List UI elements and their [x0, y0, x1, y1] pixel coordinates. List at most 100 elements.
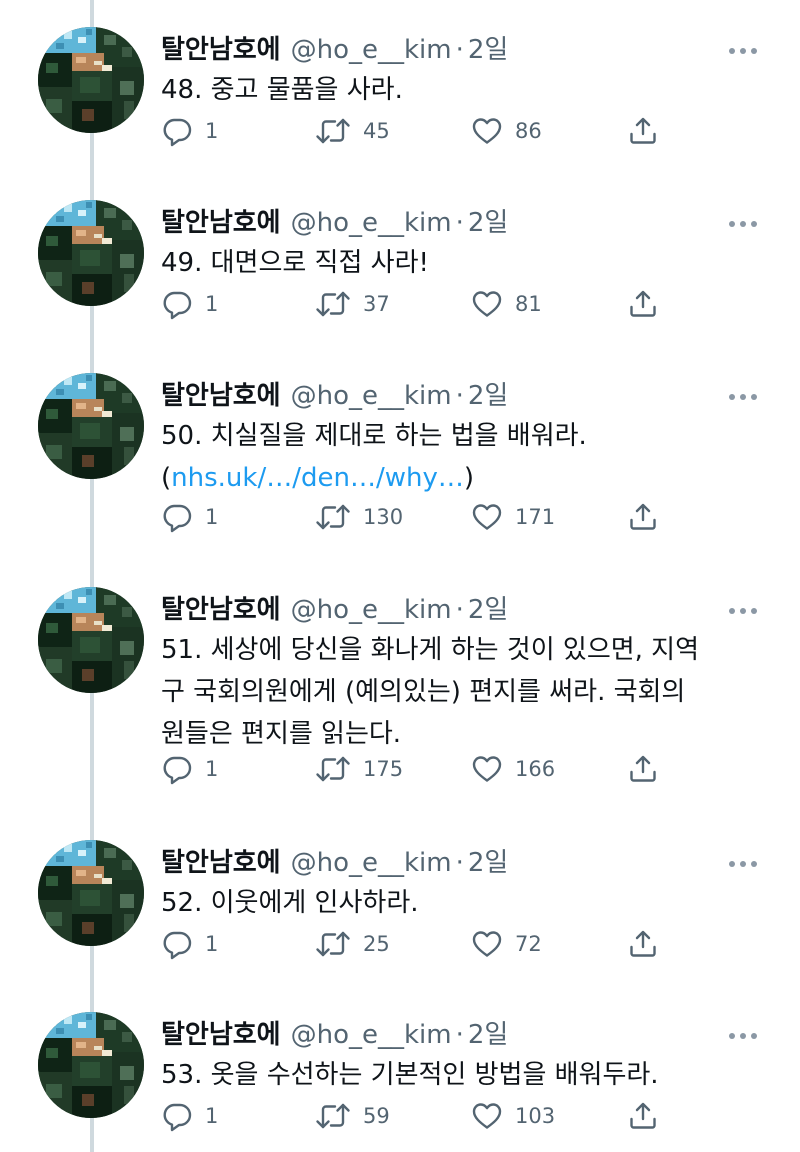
reply-count: 1: [205, 757, 219, 781]
more-dots-icon: [728, 386, 758, 405]
tweet-header: 탈안남호에 @ho_e__kim · 2일: [161, 1014, 508, 1056]
link-paren-open: (: [161, 463, 172, 493]
more-button[interactable]: [726, 850, 760, 874]
tweet-actions: 1 175 166: [161, 749, 681, 789]
more-dots-icon: [728, 600, 758, 619]
tweet-actions: 1 59 103: [161, 1096, 681, 1136]
tweet-text-line: 49. 대면으로 직접 사라!: [161, 248, 429, 278]
more-button[interactable]: [726, 597, 760, 621]
user-handle[interactable]: @ho_e__kim: [291, 29, 452, 71]
more-button[interactable]: [726, 1022, 760, 1046]
tweet-text-line: 구 국회의원에게 (예의있는) 편지를 써라. 국회의: [161, 677, 686, 707]
tweet-text: 49. 대면으로 직접 사라!: [161, 242, 761, 284]
like-count: 81: [515, 292, 542, 316]
user-handle[interactable]: @ho_e__kim: [291, 842, 452, 884]
retweet-icon: [315, 753, 351, 785]
user-handle[interactable]: @ho_e__kim: [291, 202, 452, 244]
share-icon: [627, 288, 659, 320]
avatar[interactable]: [38, 1012, 144, 1118]
reply-count: 1: [205, 1104, 219, 1128]
timestamp[interactable]: 2일: [468, 375, 508, 417]
reply-count: 1: [205, 119, 219, 143]
tweet-text: 48. 중고 물품을 사라.: [161, 69, 761, 111]
retweet-button[interactable]: 45: [315, 111, 390, 151]
tweet-text-line: 52. 이웃에게 인사하라.: [161, 888, 419, 918]
tweet-actions: 1 130 171: [161, 497, 681, 537]
reply-button[interactable]: 1: [161, 924, 218, 964]
tweet-text-line: 53. 옷을 수선하는 기본적인 방법을 배워두라.: [161, 1060, 659, 1090]
retweet-count: 130: [363, 505, 404, 529]
retweet-button[interactable]: 130: [315, 497, 403, 537]
tweet-header: 탈안남호에 @ho_e__kim · 2일: [161, 842, 508, 884]
like-count: 86: [515, 119, 542, 143]
reply-button[interactable]: 1: [161, 111, 218, 151]
tweet-text: 53. 옷을 수선하는 기본적인 방법을 배워두라.: [161, 1054, 761, 1096]
more-button[interactable]: [726, 210, 760, 234]
share-button[interactable]: [627, 1096, 659, 1136]
reply-button[interactable]: 1: [161, 497, 218, 537]
retweet-button[interactable]: 25: [315, 924, 390, 964]
avatar[interactable]: [38, 200, 144, 306]
share-icon: [627, 928, 659, 960]
like-button[interactable]: 103: [471, 1096, 555, 1136]
tweet-link[interactable]: nhs.uk/…/den…/why…: [171, 463, 464, 493]
display-name[interactable]: 탈안남호에: [161, 29, 281, 71]
reply-bubble-icon: [161, 288, 193, 320]
like-button[interactable]: 86: [471, 111, 542, 151]
retweet-icon: [315, 1100, 351, 1132]
display-name[interactable]: 탈안남호에: [161, 589, 281, 631]
display-name[interactable]: 탈안남호에: [161, 1014, 281, 1056]
separator-dot: ·: [455, 35, 464, 65]
timestamp[interactable]: 2일: [468, 1014, 508, 1056]
separator-dot: ·: [455, 848, 464, 878]
reply-bubble-icon: [161, 1100, 193, 1132]
avatar[interactable]: [38, 587, 144, 693]
more-button[interactable]: [726, 383, 760, 407]
avatar[interactable]: [38, 27, 144, 133]
heart-icon: [471, 1100, 503, 1132]
tweet-header: 탈안남호에 @ho_e__kim · 2일: [161, 375, 508, 417]
share-button[interactable]: [627, 924, 659, 964]
reply-count: 1: [205, 932, 219, 956]
avatar[interactable]: [38, 840, 144, 946]
like-button[interactable]: 166: [471, 749, 555, 789]
tweet-text: 51. 세상에 당신을 화나게 하는 것이 있으면, 지역 구 국회의원에게 (…: [161, 629, 761, 755]
reply-bubble-icon: [161, 115, 193, 147]
retweet-button[interactable]: 175: [315, 749, 403, 789]
like-button[interactable]: 81: [471, 284, 542, 324]
user-handle[interactable]: @ho_e__kim: [291, 375, 452, 417]
heart-icon: [471, 501, 503, 533]
like-count: 171: [515, 505, 556, 529]
more-button[interactable]: [726, 37, 760, 61]
timestamp[interactable]: 2일: [468, 842, 508, 884]
display-name[interactable]: 탈안남호에: [161, 202, 281, 244]
like-button[interactable]: 171: [471, 497, 555, 537]
separator-dot: ·: [455, 208, 464, 238]
retweet-icon: [315, 501, 351, 533]
timestamp[interactable]: 2일: [468, 29, 508, 71]
tweet-link-line: (nhs.uk/…/den…/why…): [161, 457, 761, 499]
share-button[interactable]: [627, 111, 659, 151]
reply-button[interactable]: 1: [161, 749, 218, 789]
separator-dot: ·: [455, 595, 464, 625]
share-button[interactable]: [627, 497, 659, 537]
tweet-header: 탈안남호에 @ho_e__kim · 2일: [161, 29, 508, 71]
tweet-text-line: 50. 치실질을 제대로 하는 법을 배워라.: [161, 421, 587, 451]
display-name[interactable]: 탈안남호에: [161, 842, 281, 884]
retweet-button[interactable]: 59: [315, 1096, 390, 1136]
reply-button[interactable]: 1: [161, 1096, 218, 1136]
display-name[interactable]: 탈안남호에: [161, 375, 281, 417]
share-button[interactable]: [627, 749, 659, 789]
avatar[interactable]: [38, 373, 144, 479]
tweet-header: 탈안남호에 @ho_e__kim · 2일: [161, 202, 508, 244]
share-button[interactable]: [627, 284, 659, 324]
like-button[interactable]: 72: [471, 924, 542, 964]
reply-button[interactable]: 1: [161, 284, 218, 324]
timestamp[interactable]: 2일: [468, 202, 508, 244]
timestamp[interactable]: 2일: [468, 589, 508, 631]
reply-bubble-icon: [161, 928, 193, 960]
user-handle[interactable]: @ho_e__kim: [291, 589, 452, 631]
retweet-button[interactable]: 37: [315, 284, 390, 324]
user-handle[interactable]: @ho_e__kim: [291, 1014, 452, 1056]
reply-bubble-icon: [161, 753, 193, 785]
